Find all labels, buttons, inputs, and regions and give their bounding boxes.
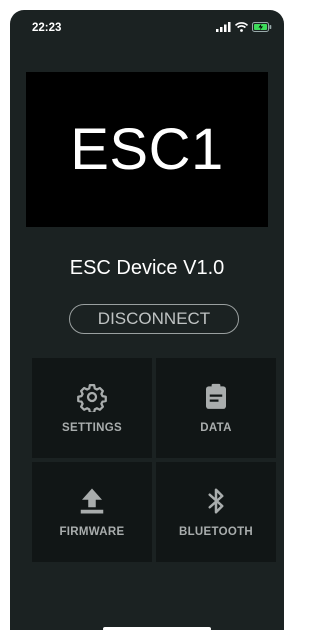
battery-charging-icon [252,22,272,32]
status-time: 22:23 [32,22,62,34]
settings-tile-label: SETTINGS [62,422,122,434]
bluetooth-tile-label: BLUETOOTH [178,526,254,538]
data-tile-label: DATA [200,422,232,434]
device-banner-title: ESC1 [70,117,224,182]
home-indicator[interactable] [103,627,211,630]
cellular-signal-icon [216,22,231,32]
gear-icon [77,384,107,412]
status-icons [216,22,272,32]
firmware-tile[interactable]: FIRMWARE [32,462,152,562]
settings-tile[interactable]: SETTINGS [32,358,152,458]
clipboard-icon [206,383,226,409]
firmware-tile-label: FIRMWARE [59,526,125,538]
status-bar: 22:23 [10,10,284,44]
bluetooth-icon [208,488,224,514]
bluetooth-tile[interactable]: BLUETOOTH [156,462,276,562]
device-banner: ESC1 [26,72,268,227]
disconnect-button[interactable]: DISCONNECT [69,304,239,334]
wifi-icon [235,22,248,32]
device-name: ESC Device V1.0 [69,257,225,279]
data-tile[interactable]: DATA [156,358,276,458]
upload-icon [80,488,104,514]
app-screen: 22:23 ESC1 ESC Device V1.0 DISCONNECT SE… [10,10,284,630]
